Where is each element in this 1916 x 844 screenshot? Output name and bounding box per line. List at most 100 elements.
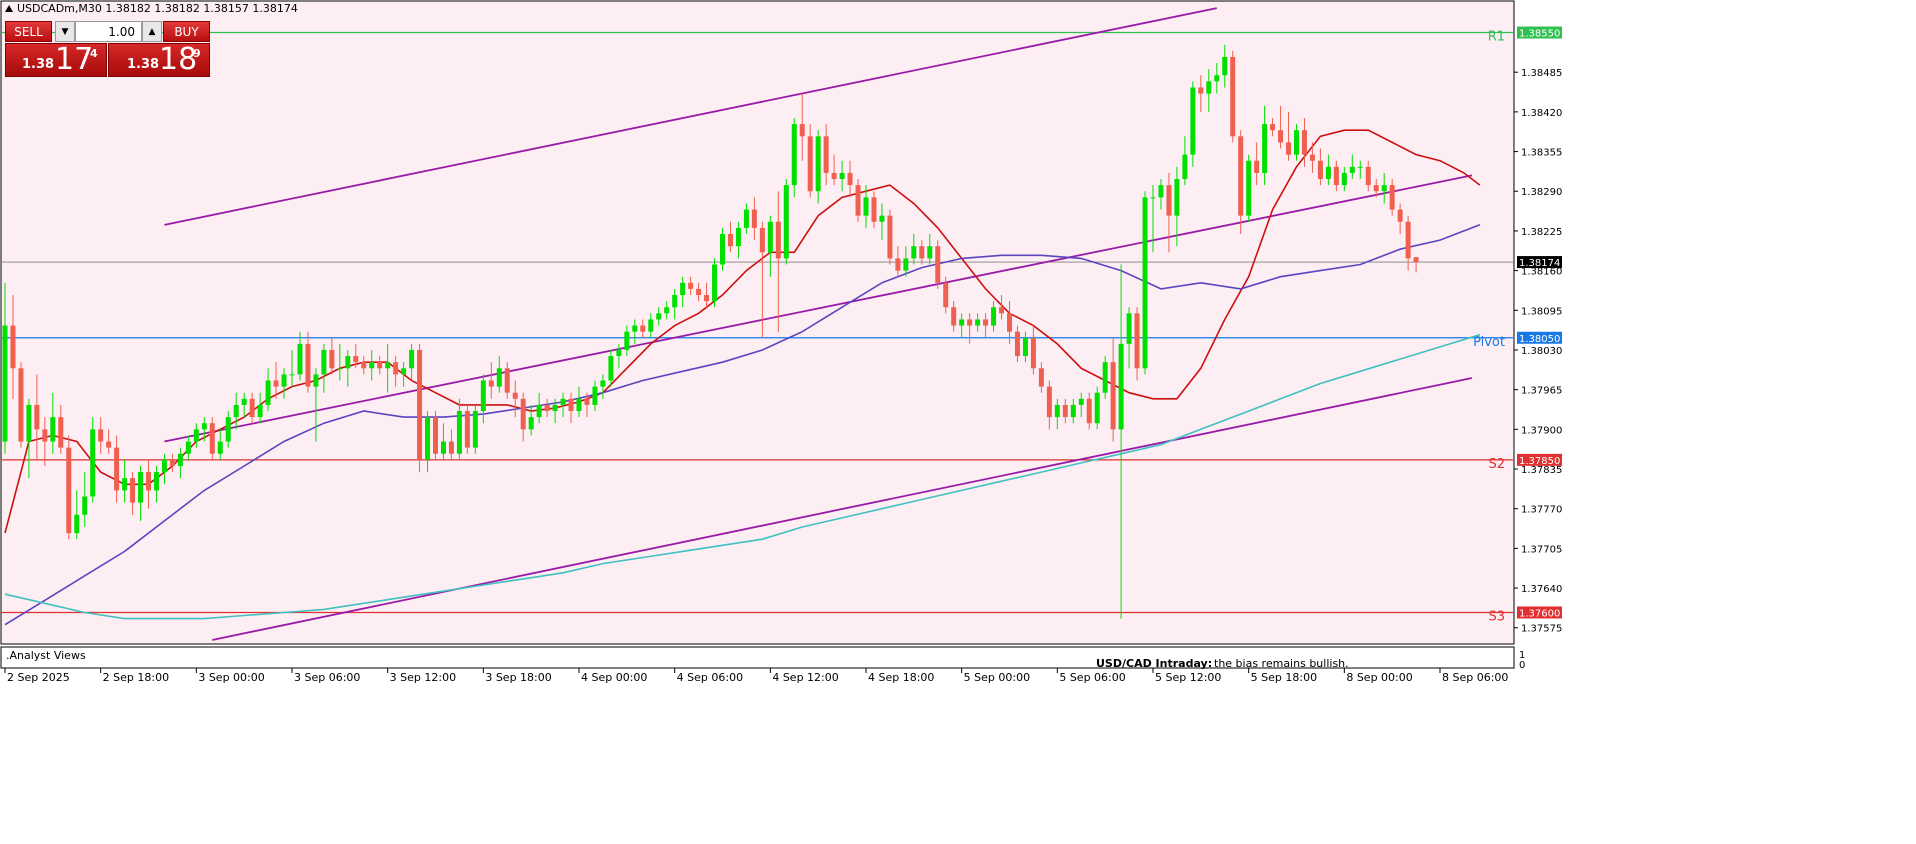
candle-body bbox=[1325, 166, 1331, 180]
candle-body bbox=[720, 233, 725, 265]
candle-body bbox=[26, 404, 32, 442]
symbol-info: USDCADm,M30 1.38182 1.38182 1.38157 1.38… bbox=[17, 2, 298, 15]
candle-body bbox=[1278, 130, 1284, 143]
candle-body bbox=[640, 325, 646, 332]
candle-body bbox=[18, 368, 24, 442]
candle-body bbox=[265, 380, 271, 405]
candle-body bbox=[98, 429, 104, 442]
x-tick-label: 4 Sep 00:00 bbox=[581, 671, 647, 684]
candle-body bbox=[225, 417, 231, 442]
y-tick-label: 1.38355 bbox=[1521, 148, 1562, 159]
candle-body bbox=[967, 319, 973, 326]
x-tick-label: 3 Sep 00:00 bbox=[198, 671, 264, 684]
x-tick-label: 4 Sep 06:00 bbox=[677, 671, 743, 684]
buy-button[interactable]: BUY bbox=[163, 21, 210, 42]
y-tick-label: 1.38095 bbox=[1521, 306, 1562, 317]
candle-body bbox=[1230, 56, 1236, 137]
candle-body bbox=[1381, 185, 1387, 192]
candle-body bbox=[169, 459, 175, 466]
candle-body bbox=[1174, 179, 1180, 216]
y-tick-label: 1.37900 bbox=[1521, 425, 1562, 436]
candle-body bbox=[417, 349, 423, 460]
lot-size-input[interactable]: 1.00 bbox=[75, 21, 142, 42]
y-tick-label: 1.38160 bbox=[1521, 267, 1562, 278]
candle-body bbox=[321, 349, 327, 375]
candle-body bbox=[464, 411, 470, 448]
candle-body bbox=[297, 343, 303, 375]
candle-body bbox=[871, 197, 877, 222]
candle-body bbox=[735, 227, 741, 247]
level-name-pivot: Pivot bbox=[1473, 335, 1505, 350]
lot-increase-icon[interactable]: ▲ bbox=[142, 21, 162, 42]
candle-body bbox=[775, 221, 781, 259]
candle-body bbox=[1102, 362, 1108, 393]
candle-body bbox=[584, 398, 590, 405]
candle-body bbox=[887, 215, 893, 259]
y-tick-label: 1.38485 bbox=[1521, 68, 1562, 79]
x-tick-label: 3 Sep 12:00 bbox=[390, 671, 456, 684]
candle-body bbox=[863, 197, 869, 216]
y-tick-label: 1.38030 bbox=[1521, 346, 1562, 357]
candle-body bbox=[791, 124, 797, 186]
candle-body bbox=[1238, 136, 1244, 216]
candle-body bbox=[496, 368, 502, 387]
candle-body bbox=[34, 404, 40, 430]
bid-price-prefix: 1.38 bbox=[22, 57, 55, 72]
candle-body bbox=[560, 398, 566, 405]
candle-body bbox=[1206, 81, 1212, 94]
candle-body bbox=[425, 417, 431, 460]
candle-body bbox=[1413, 257, 1419, 263]
candle-body bbox=[1158, 185, 1164, 198]
x-tick-label: 2 Sep 2025 bbox=[7, 671, 70, 684]
y-tick-label: 1.38290 bbox=[1521, 187, 1562, 198]
candle-body bbox=[1270, 124, 1276, 131]
candle-body bbox=[608, 356, 614, 381]
indicator-name: .Analyst Views bbox=[6, 649, 86, 662]
candle-body bbox=[1038, 368, 1044, 387]
candle-body bbox=[632, 325, 638, 332]
candle-body bbox=[544, 404, 550, 412]
chart-canvas[interactable]: R1 1.38550Pivot 1.38050S2 1.37850S3 1.376001… bbox=[0, 0, 1916, 840]
x-tick-label: 5 Sep 06:00 bbox=[1059, 671, 1125, 684]
candle-body bbox=[927, 246, 933, 259]
candle-body bbox=[672, 295, 678, 308]
candle-body bbox=[807, 136, 813, 192]
candle-body bbox=[991, 307, 997, 326]
candle-body bbox=[1126, 313, 1132, 344]
sell-button[interactable]: SELL bbox=[5, 21, 52, 42]
candle-body bbox=[50, 417, 56, 442]
candle-body bbox=[688, 282, 694, 289]
y-tick-label: 1.38420 bbox=[1521, 108, 1562, 119]
candle-body bbox=[106, 441, 112, 448]
x-tick-label: 4 Sep 18:00 bbox=[868, 671, 934, 684]
candle-body bbox=[1062, 404, 1068, 418]
candle-body bbox=[759, 227, 765, 253]
candle-body bbox=[1134, 313, 1140, 369]
candle-body bbox=[42, 429, 48, 442]
candle-body bbox=[1254, 160, 1260, 173]
candle-body bbox=[409, 349, 415, 369]
candle-body bbox=[1389, 185, 1395, 210]
candle-body bbox=[799, 124, 805, 137]
candle-body bbox=[130, 478, 136, 503]
candle-body bbox=[1030, 337, 1036, 369]
ask-price-button[interactable]: 1.38 18 9 bbox=[108, 42, 210, 77]
level-price-label: 1.37600 bbox=[1519, 608, 1560, 619]
candle-body bbox=[146, 472, 151, 491]
candle-body bbox=[1022, 337, 1028, 357]
lot-decrease-icon[interactable]: ▼ bbox=[55, 21, 75, 42]
bid-price-button[interactable]: 1.38 17 4 bbox=[5, 42, 107, 77]
candle-body bbox=[472, 411, 478, 448]
chart-window[interactable]: R1 1.38550 Pivot 1.38050 S2 1.37850 S3 1.37600 1… bbox=[0, 0, 1916, 840]
candle-body bbox=[903, 258, 909, 271]
candle-body bbox=[241, 398, 247, 405]
candle-body bbox=[1349, 166, 1355, 173]
ask-price-prefix: 1.38 bbox=[127, 57, 160, 72]
candle-body bbox=[1357, 166, 1363, 168]
candle-body bbox=[727, 233, 733, 247]
candle-body bbox=[74, 514, 80, 534]
candle-body bbox=[823, 136, 829, 173]
candle-body bbox=[783, 185, 789, 259]
x-tick-label: 8 Sep 00:00 bbox=[1346, 671, 1412, 684]
candle-body bbox=[448, 441, 454, 454]
